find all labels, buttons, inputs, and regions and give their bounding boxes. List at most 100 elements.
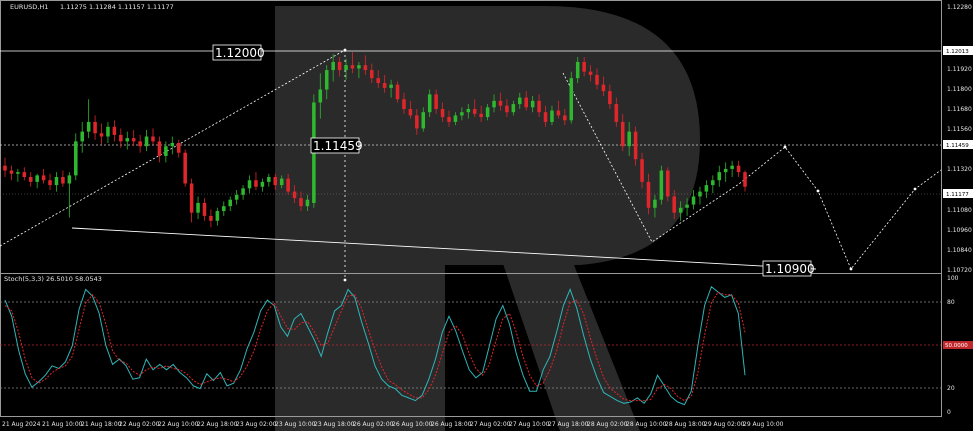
candle-body — [151, 136, 155, 142]
candle-body — [344, 65, 348, 71]
candle-body — [678, 207, 683, 213]
candle-body — [472, 108, 477, 114]
candle-body — [666, 170, 670, 197]
candle-body — [144, 136, 149, 147]
price-tick: 1.11177 — [946, 192, 969, 198]
candle-body — [543, 112, 548, 122]
candle-body — [595, 74, 599, 85]
time-tick: 21 Aug 18:00 — [81, 421, 122, 428]
candle-body — [9, 170, 14, 174]
candle-body — [659, 170, 664, 200]
time-tick: 22 Aug 02:00 — [119, 421, 160, 428]
candle-body — [698, 191, 702, 197]
candle-body — [3, 165, 7, 171]
candle-body — [569, 78, 574, 121]
annotation-high: 1.12000 — [212, 44, 265, 61]
chart-symbol: EURUSD,H1 — [10, 3, 48, 11]
candle-body — [176, 142, 181, 153]
candle-body — [215, 211, 220, 221]
annotation-mid-text: 1.11459 — [313, 139, 363, 153]
candle-body — [189, 183, 194, 213]
stoch-tick: 80 — [947, 299, 955, 306]
candle-body — [247, 180, 252, 189]
candle-body — [292, 191, 297, 199]
price-tick: 1.11560 — [947, 126, 972, 133]
stoch-tick: 20 — [947, 385, 955, 392]
time-tick: 26 Aug 18:00 — [431, 421, 472, 428]
price-tick: 1.10840 — [947, 247, 972, 254]
annotation-mid: 1.11459 — [310, 137, 363, 154]
candle-body — [421, 112, 426, 129]
candle-body — [717, 172, 722, 181]
candle-body — [608, 91, 612, 105]
candle-body — [119, 134, 123, 142]
time-tick: 22 Aug 18:00 — [197, 421, 238, 428]
candle-body — [588, 71, 593, 75]
candle-body — [273, 177, 278, 186]
price-tick: 1.12280 — [947, 4, 972, 11]
candle-body — [28, 177, 33, 182]
candle-body — [511, 104, 516, 113]
candle-body — [164, 146, 168, 156]
price-tick: 1.10720 — [947, 267, 972, 274]
candle-body — [620, 121, 625, 147]
time-tick: 26 Aug 02:00 — [353, 421, 394, 428]
time-tick: 23 Aug 10:00 — [275, 421, 316, 428]
time-tick: 27 Aug 18:00 — [548, 421, 589, 428]
annotation-low: 1.10900 — [762, 260, 815, 277]
candle-body — [691, 196, 696, 205]
candle-body — [646, 181, 651, 208]
candle-body — [685, 204, 689, 208]
candle-body — [640, 159, 644, 182]
time-tick: 26 Aug 10:00 — [392, 421, 433, 428]
annotation-low-text: 1.10900 — [765, 262, 815, 276]
candle-body — [350, 65, 355, 69]
candle-body — [138, 141, 142, 147]
candle-body — [427, 94, 432, 113]
candle-body — [93, 121, 97, 134]
candle-body — [260, 181, 265, 187]
price-tick: 1.12013 — [946, 49, 969, 55]
candle-body — [35, 175, 39, 182]
time-tick: 27 Aug 02:00 — [470, 421, 511, 428]
candle-body — [22, 172, 27, 178]
candle-body — [209, 215, 213, 221]
candle-body — [234, 194, 239, 200]
candle-body — [331, 61, 335, 71]
candle-body — [202, 202, 207, 216]
candle-body — [743, 172, 747, 187]
time-tick: 27 Aug 10:00 — [509, 421, 550, 428]
candle-body — [112, 126, 117, 135]
stoch-tick: 50.0000 — [945, 343, 968, 349]
candle-body — [131, 138, 136, 142]
stoch-tick: 100 — [947, 275, 959, 282]
candle-body — [41, 175, 46, 181]
candle-body — [222, 206, 226, 212]
trading-chart[interactable]: 1.12000 1.11459 1.10900 EURUSD,H1 1.1127… — [0, 0, 973, 431]
candle-body — [524, 97, 528, 108]
candle-body — [704, 185, 709, 192]
candle-body — [106, 126, 110, 137]
candle-body — [408, 108, 413, 116]
candle-body — [575, 61, 580, 79]
price-tick: 1.11459 — [946, 143, 969, 149]
candle-body — [54, 177, 59, 186]
candle-body — [582, 61, 586, 72]
candle-body — [80, 131, 84, 142]
time-tick: 23 Aug 18:00 — [314, 421, 355, 428]
candle-body — [337, 61, 342, 71]
candle-body — [67, 175, 72, 184]
time-tick: 28 Aug 10:00 — [626, 421, 667, 428]
candle-body — [305, 199, 310, 207]
candle-body — [492, 100, 496, 108]
candle-body — [415, 115, 419, 129]
candle-body — [157, 141, 162, 156]
candle-body — [460, 112, 464, 116]
candle-body — [556, 110, 561, 116]
price-tick: 1.11680 — [947, 106, 972, 113]
time-tick: 22 Aug 10:00 — [158, 421, 199, 428]
candle-body — [241, 188, 245, 195]
candle-body — [614, 104, 619, 122]
candle-body — [518, 97, 522, 105]
candle-body — [479, 113, 483, 118]
